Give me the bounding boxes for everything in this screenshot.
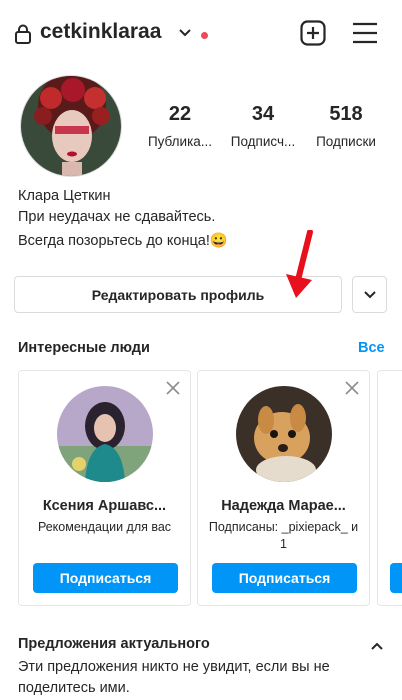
suggestion-reason: Подписаны: _pixiepack_ и 1 [208,520,359,551]
stat-following[interactable]: 518 Подписки [305,103,387,149]
lock-icon [14,24,32,49]
profile-avatar[interactable] [20,75,122,177]
menu-icon[interactable] [352,21,378,50]
follow-button[interactable]: Подписаться [33,563,178,593]
new-post-icon[interactable] [300,20,326,51]
see-all-link[interactable]: Все [358,340,385,356]
annotation-arrow-icon [284,229,318,307]
stat-posts[interactable]: 22 Публика... [139,103,221,149]
highlights-description: Эти предложения никто не увидит, если вы… [18,659,330,696]
suggestions-title: Интересные люди [18,340,150,356]
chevron-up-icon[interactable] [370,638,384,656]
avatar[interactable] [57,386,153,482]
chevron-down-icon [363,290,376,298]
stat-followers[interactable]: 34 Подписч... [222,103,304,149]
stat-posts-label: Публика... [147,134,213,149]
stat-followers-value: 34 [251,103,275,125]
follow-button[interactable] [390,563,402,593]
suggestion-name: Надежда Марае... [221,498,346,514]
notification-dot [201,32,208,39]
bio-line: При неудачах не сдавайтесь. [18,209,216,225]
username[interactable]: cetkinklaraa [40,20,161,44]
chevron-down-icon[interactable] [178,26,192,45]
suggestion-reason: Рекомендации для вас [37,520,172,534]
stat-posts-value: 22 [168,103,192,125]
highlights-title: Предложения актуального [18,636,210,652]
suggestions-toggle-button[interactable] [352,276,387,313]
close-icon[interactable] [345,381,359,400]
follow-button[interactable]: Подписаться [212,563,357,593]
stat-followers-label: Подписч... [230,134,296,149]
profile-full-name: Клара Цеткин [18,188,111,204]
close-icon[interactable] [166,381,180,400]
suggestion-name: Ксения Аршавс... [42,498,167,514]
stat-following-value: 518 [329,103,363,125]
suggestion-card [377,370,402,606]
avatar[interactable] [236,386,332,482]
top-bar: cetkinklaraa [0,0,402,70]
suggestion-card: Ксения Аршавс... Рекомендации для вас По… [18,370,191,606]
bio-line: Всегда позорьтесь до конца!😀 [18,233,228,249]
stat-following-label: Подписки [316,134,376,149]
suggestion-card: Надежда Марае... Подписаны: _pixiepack_ … [197,370,370,606]
